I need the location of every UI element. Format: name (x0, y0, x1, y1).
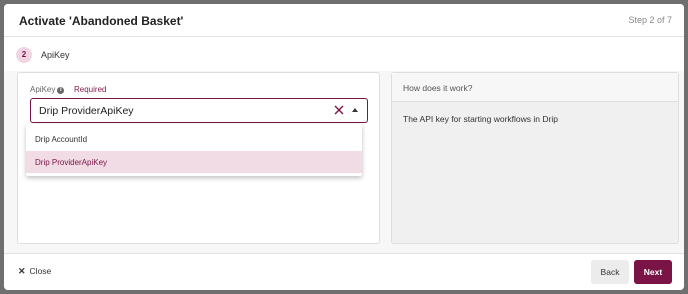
apikey-label: ApiKey i (30, 85, 65, 94)
close-label: Close (29, 266, 52, 276)
help-title: How does it work? (403, 83, 473, 93)
clear-icon[interactable] (333, 104, 345, 116)
help-body: The API key for starting workflows in Dr… (403, 114, 558, 124)
modal-header: Activate 'Abandoned Basket' Step 2 of 7 (4, 4, 684, 37)
close-icon: ✕ (18, 266, 26, 276)
help-panel: How does it work? The API key for starti… (391, 72, 679, 244)
modal-footer: ✕ Close Back Next (4, 253, 684, 290)
next-button[interactable]: Next (634, 260, 672, 284)
option-label: Drip ProviderApiKey (35, 158, 108, 167)
step-row: 2 ApiKey (4, 37, 684, 71)
chevron-up-icon[interactable] (352, 108, 358, 112)
apikey-dropdown-menu: Drip AccountId Drip ProviderApiKey (26, 124, 362, 176)
step-indicator: Step 2 of 7 (628, 15, 672, 25)
apikey-select[interactable]: Drip ProviderApiKey (30, 98, 368, 123)
step-number-badge: 2 (16, 47, 32, 63)
option-label: Drip AccountId (35, 135, 88, 144)
dropdown-option-provider-api-key[interactable]: Drip ProviderApiKey (26, 151, 362, 173)
back-button[interactable]: Back (591, 260, 629, 284)
apikey-label-text: ApiKey (30, 85, 56, 94)
dropdown-option-account-id[interactable]: Drip AccountId (26, 128, 362, 150)
close-button[interactable]: ✕ Close (18, 266, 51, 277)
step-label: ApiKey (41, 50, 70, 60)
required-indicator: Required (74, 85, 107, 94)
info-icon[interactable]: i (57, 87, 65, 94)
apikey-select-value: Drip ProviderApiKey (39, 105, 134, 117)
help-panel-header: How does it work? (392, 73, 678, 102)
modal-title: Activate 'Abandoned Basket' (19, 14, 184, 28)
